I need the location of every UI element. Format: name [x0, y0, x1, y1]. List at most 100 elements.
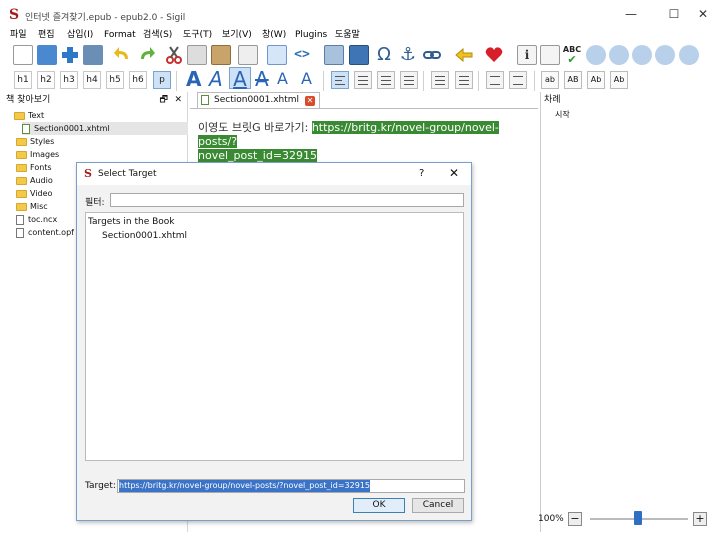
cancel-button[interactable]: Cancel	[412, 498, 464, 513]
align-center-button[interactable]	[354, 71, 372, 89]
cut-icon[interactable]	[164, 45, 184, 65]
uppercase-button[interactable]: AB	[564, 71, 582, 89]
targets-list[interactable]: Targets in the Book Section0001.xhtml	[85, 212, 464, 461]
tree-item-video[interactable]: Video	[16, 187, 52, 200]
align-left-button[interactable]	[331, 71, 349, 89]
dialog-close-button[interactable]: ✕	[449, 166, 459, 180]
heading-h6-button[interactable]: h6	[129, 71, 147, 89]
book-view-icon[interactable]	[267, 45, 287, 65]
tree-item-misc[interactable]: Misc	[16, 200, 48, 213]
close-button[interactable]: ✕	[694, 6, 712, 22]
superscript-button[interactable]: A	[301, 68, 312, 90]
validate-icon-2[interactable]	[609, 45, 629, 65]
maximize-button[interactable]: ☐	[665, 6, 683, 22]
minimize-button[interactable]: —	[622, 6, 640, 22]
tree-item-fonts[interactable]: Fonts	[16, 161, 52, 174]
validate-icon-1[interactable]	[586, 45, 606, 65]
tree-item-section0001[interactable]: Section0001.xhtml	[22, 122, 188, 135]
toolbar-separator	[323, 71, 324, 91]
save-icon[interactable]	[83, 45, 103, 65]
file-icon	[16, 227, 24, 238]
bold-button[interactable]: A	[186, 68, 201, 90]
zoom-slider-handle[interactable]	[634, 511, 642, 525]
justify-button[interactable]	[400, 71, 418, 89]
underline-button[interactable]: A	[229, 67, 251, 90]
menu-file[interactable]: 파일	[10, 28, 27, 42]
open-folder-icon[interactable]	[37, 45, 57, 65]
folder-icon	[16, 137, 27, 146]
menu-plugins[interactable]: Plugins	[295, 28, 327, 42]
numbered-list-button[interactable]	[455, 71, 473, 89]
heading-h1-button[interactable]: h1	[14, 71, 32, 89]
insert-special-char-icon[interactable]: Ω	[374, 45, 394, 65]
validate-icon-5[interactable]	[679, 45, 699, 65]
heading-h4-button[interactable]: h4	[83, 71, 101, 89]
split-icon[interactable]	[324, 45, 344, 65]
zoom-out-button[interactable]: −	[568, 512, 582, 526]
new-file-icon[interactable]	[13, 45, 33, 65]
target-input[interactable]: https://britg.kr/novel-group/novel-posts…	[117, 479, 465, 493]
heading-h2-button[interactable]: h2	[37, 71, 55, 89]
capitalize-button[interactable]: Ab	[610, 71, 628, 89]
tab-close-icon[interactable]: ✕	[305, 96, 316, 106]
add-file-icon[interactable]	[60, 45, 80, 65]
editor-content[interactable]: 이영도 브릿G 바로가기: https://britg.kr/novel-gro…	[198, 121, 534, 163]
insert-anchor-icon[interactable]: ⚓	[398, 45, 418, 65]
bullet-list-button[interactable]	[431, 71, 449, 89]
validate-icon-3[interactable]	[632, 45, 652, 65]
close-panel-icon[interactable]: ✕	[174, 94, 182, 107]
titlecase-button[interactable]: Ab	[587, 71, 605, 89]
list-item[interactable]: Section0001.xhtml	[102, 231, 187, 241]
menu-insert[interactable]: 삽입(I)	[67, 28, 93, 42]
tree-item-audio[interactable]: Audio	[16, 174, 53, 187]
menu-format[interactable]: Format	[104, 28, 136, 42]
redo-icon[interactable]	[137, 45, 157, 65]
tree-item-text[interactable]: Text	[14, 109, 44, 122]
heading-h3-button[interactable]: h3	[60, 71, 78, 89]
subscript-button[interactable]: A	[277, 68, 288, 90]
tree-item-styles[interactable]: Styles	[16, 135, 54, 148]
window-title: 인터넷 즐겨찾기.epub - epub2.0 - Sigil	[25, 13, 186, 23]
help-button[interactable]: ?	[419, 168, 424, 179]
strikethrough-button[interactable]: A	[255, 68, 269, 90]
editor-text: 이영도 브릿G 바로가기:	[198, 121, 312, 134]
decrease-indent-button[interactable]	[486, 71, 504, 89]
toc-title: 차례	[544, 95, 561, 105]
paragraph-button[interactable]: p	[153, 71, 171, 89]
zoom-in-button[interactable]: +	[693, 512, 707, 526]
code-view-icon[interactable]: <>	[292, 45, 312, 65]
ok-button[interactable]: OK	[353, 498, 405, 513]
tree-item-toc-ncx[interactable]: toc.ncx	[16, 213, 57, 226]
menu-tools[interactable]: 도구(T)	[183, 28, 212, 42]
validate-icon-4[interactable]	[655, 45, 675, 65]
tree-item-content-opf[interactable]: content.opf	[16, 226, 74, 239]
menu-view[interactable]: 보기(V)	[222, 28, 252, 42]
sigil-logo-icon: S	[84, 167, 92, 180]
preview-icon[interactable]	[238, 45, 258, 65]
metadata-icon[interactable]: i	[517, 45, 537, 65]
menu-window[interactable]: 창(W)	[262, 28, 286, 42]
tab-section0001[interactable]: Section0001.xhtml ✕	[197, 92, 321, 108]
spellcheck-icon[interactable]: ABC ✔	[562, 45, 582, 65]
toc-edit-icon[interactable]	[540, 45, 560, 65]
filter-input[interactable]	[110, 193, 464, 207]
tree-item-images[interactable]: Images	[16, 148, 59, 161]
undo-icon[interactable]	[112, 45, 132, 65]
menu-help[interactable]: 도움말	[335, 28, 360, 42]
folder-icon	[14, 111, 25, 120]
back-arrow-icon[interactable]	[454, 45, 474, 65]
menu-edit[interactable]: 편집	[38, 28, 55, 42]
toc-item[interactable]: 시작	[555, 108, 570, 121]
paste-icon[interactable]	[211, 45, 231, 65]
insert-image-icon[interactable]	[349, 45, 369, 65]
italic-button[interactable]: A	[209, 68, 223, 90]
menu-search[interactable]: 검색(S)	[143, 28, 172, 42]
heading-h5-button[interactable]: h5	[106, 71, 124, 89]
lowercase-button[interactable]: ab	[541, 71, 559, 89]
insert-link-icon[interactable]	[422, 45, 442, 65]
float-panel-icon[interactable]: 🗗	[160, 94, 168, 107]
copy-icon[interactable]	[187, 45, 207, 65]
align-right-button[interactable]	[377, 71, 395, 89]
increase-indent-button[interactable]	[509, 71, 527, 89]
heart-icon[interactable]	[484, 45, 504, 65]
